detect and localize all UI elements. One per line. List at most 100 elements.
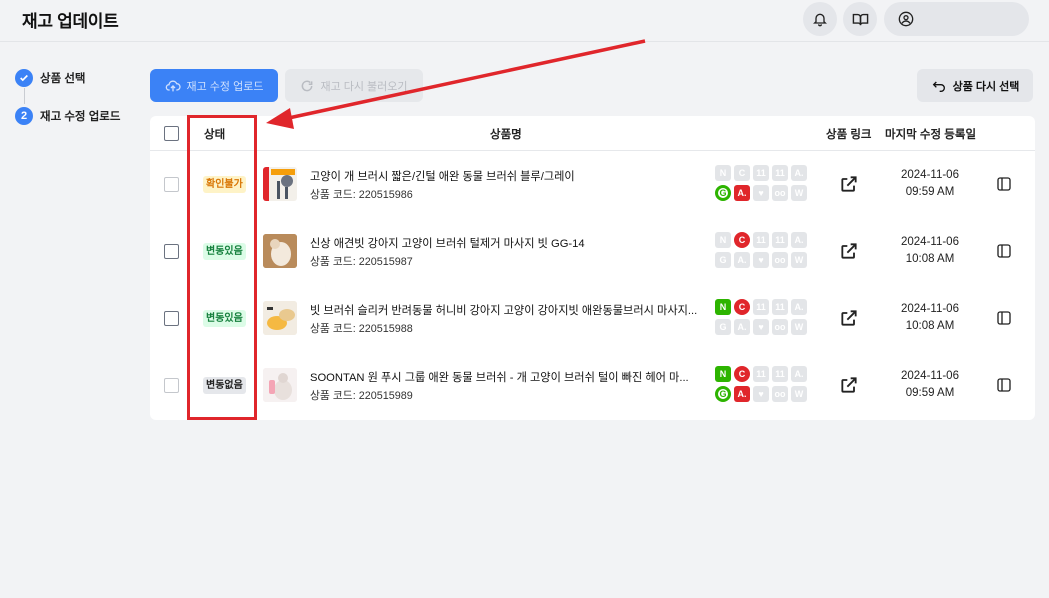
product-name: 빗 브러쉬 슬리커 반려동물 허니비 강아지 고양이 강아지빗 애완동물브러시 …	[310, 305, 698, 317]
last-modified-date: 2024-11-06 10:08 AM	[885, 234, 975, 268]
side-panel-icon[interactable]	[996, 377, 1012, 393]
market-status-icon: 11	[753, 299, 769, 315]
reselect-products-button[interactable]: 상품 다시 선택	[917, 69, 1033, 102]
refresh-icon	[302, 80, 313, 91]
last-modified-date: 2024-11-06 09:59 AM	[885, 368, 975, 402]
table-header: 상태 상품명 상품 링크 마지막 수정 등록일	[150, 116, 1035, 151]
table-row[interactable]: 변동있음 신상 애견빗 강아지 고양이 브러쉬 털제거 마사지 빗 GG-14 …	[150, 218, 1035, 285]
market-status-icon: 11	[772, 366, 788, 382]
check-icon	[15, 69, 33, 87]
market-status-icon: N	[715, 232, 731, 248]
market-status-icon: ♥	[753, 319, 769, 335]
market-status-icon: W	[791, 185, 807, 201]
product-thumbnail	[263, 167, 297, 201]
market-status-icon: oo	[772, 252, 788, 268]
market-status-icon: W	[791, 252, 807, 268]
market-status-icon: ♥	[753, 386, 769, 402]
market-status-icon: N	[715, 366, 731, 382]
account-menu[interactable]	[884, 2, 1029, 36]
row-checkbox[interactable]	[164, 177, 179, 192]
date-value: 2024-11-06	[901, 303, 959, 315]
external-link-icon[interactable]	[839, 174, 859, 194]
date-value: 2024-11-06	[901, 169, 959, 181]
upload-stock-label: 재고 수정 업로드	[186, 80, 264, 93]
product-name: 신상 애견빗 강아지 고양이 브러쉬 털제거 마사지 빗 GG-14	[310, 238, 585, 250]
side-panel-icon[interactable]	[996, 310, 1012, 326]
market-status-icon: 11	[753, 366, 769, 382]
product-table: 상태 상품명 상품 링크 마지막 수정 등록일 확인불가 고양이 개 브러시 짧…	[150, 116, 1035, 420]
product-code: 상품 코드: 220515987	[310, 256, 413, 268]
reload-stock-button[interactable]: 재고 다시 불러오기	[285, 69, 423, 102]
product-code: 상품 코드: 220515986	[310, 189, 413, 201]
user-circle-icon	[898, 11, 914, 27]
external-link-icon[interactable]	[839, 375, 859, 395]
market-status-icon: A.	[791, 366, 807, 382]
last-modified-date: 2024-11-06 09:59 AM	[885, 167, 975, 201]
date-value: 2024-11-06	[901, 236, 959, 248]
market-status-icon: A.	[734, 319, 750, 335]
table-row[interactable]: 변동없음 SOONTAN 원 푸시 그룹 애완 동물 브러쉬 - 개 고양이 브…	[150, 352, 1035, 419]
time-value: 10:08 AM	[905, 253, 955, 265]
side-panel-icon[interactable]	[996, 243, 1012, 259]
side-panel-icon[interactable]	[996, 176, 1012, 192]
market-status-icon: G	[715, 185, 731, 201]
market-status-icon: A.	[791, 232, 807, 248]
select-all-checkbox[interactable]	[164, 126, 179, 141]
market-status-icon: A.	[791, 299, 807, 315]
market-status-icon: G	[715, 319, 731, 335]
market-status-icon: W	[791, 386, 807, 402]
product-thumbnail	[263, 301, 297, 335]
step-label: 상품 선택	[40, 73, 86, 85]
product-thumbnail	[263, 368, 297, 402]
market-status-icon: W	[791, 319, 807, 335]
row-checkbox[interactable]	[164, 311, 179, 326]
time-value: 09:59 AM	[905, 387, 955, 399]
guide-button[interactable]	[843, 2, 877, 36]
column-last-modified: 마지막 수정 등록일	[885, 129, 977, 141]
step-number: 2	[15, 107, 33, 125]
external-link-icon[interactable]	[839, 308, 859, 328]
step-indicator: 상품 선택 2 재고 수정 업로드	[15, 68, 120, 144]
step-label: 재고 수정 업로드	[40, 111, 121, 123]
product-name: SOONTAN 원 푸시 그룹 애완 동물 브러쉬 - 개 고양이 브러쉬 털이…	[310, 372, 689, 384]
bell-icon	[813, 13, 827, 27]
notification-button[interactable]	[803, 2, 837, 36]
market-status-icon: A.	[791, 165, 807, 181]
time-value: 10:08 AM	[905, 320, 955, 332]
table-row[interactable]: 확인불가 고양이 개 브러시 짧은/긴털 애완 동물 브러쉬 블루/그레이 상품…	[150, 151, 1035, 218]
row-checkbox[interactable]	[164, 244, 179, 259]
product-code: 상품 코드: 220515988	[310, 323, 413, 335]
product-code: 상품 코드: 220515989	[310, 390, 413, 402]
market-status-icon: A.	[734, 386, 750, 402]
row-checkbox[interactable]	[164, 378, 179, 393]
column-product-link: 상품 링크	[826, 129, 872, 141]
cloud-upload-icon	[165, 80, 181, 91]
step-connector	[24, 88, 25, 104]
annotation-highlight-box	[187, 115, 257, 420]
return-arrow-icon	[932, 81, 945, 92]
market-status-icon: C	[734, 165, 750, 181]
market-status-icon: N	[715, 299, 731, 315]
reselect-products-label: 상품 다시 선택	[952, 80, 1020, 93]
market-status-icon: A.	[734, 252, 750, 268]
market-status-icon: ♥	[753, 252, 769, 268]
column-product-name: 상품명	[490, 129, 522, 141]
top-bar: 재고 업데이트	[0, 0, 1049, 42]
step-select-products[interactable]: 상품 선택	[15, 68, 120, 88]
page-title: 재고 업데이트	[22, 12, 119, 31]
market-status-icon: C	[734, 366, 750, 382]
upload-stock-button[interactable]: 재고 수정 업로드	[150, 69, 278, 102]
step-upload-stock[interactable]: 2 재고 수정 업로드	[15, 106, 120, 126]
product-thumbnail	[263, 234, 297, 268]
market-status-icon: G	[715, 386, 731, 402]
market-status-icon: oo	[772, 185, 788, 201]
table-row[interactable]: 변동있음 빗 브러쉬 슬리커 반려동물 허니비 강아지 고양이 강아지빗 애완동…	[150, 285, 1035, 352]
market-status-icon: oo	[772, 319, 788, 335]
time-value: 09:59 AM	[905, 186, 955, 198]
external-link-icon[interactable]	[839, 241, 859, 261]
market-status-icon: A.	[734, 185, 750, 201]
reload-stock-label: 재고 다시 불러오기	[320, 80, 408, 93]
product-name: 고양이 개 브러시 짧은/긴털 애완 동물 브러쉬 블루/그레이	[310, 171, 575, 183]
market-status-icon: G	[715, 252, 731, 268]
market-status-icon: oo	[772, 386, 788, 402]
